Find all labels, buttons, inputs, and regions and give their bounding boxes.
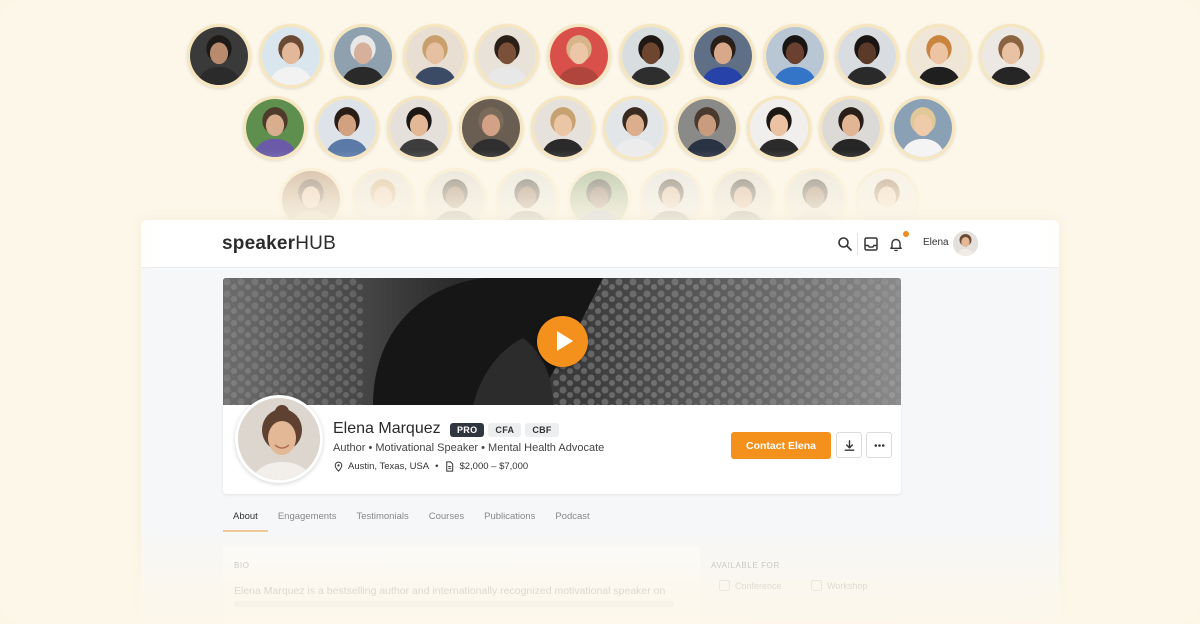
speaker-avatar[interactable] bbox=[763, 24, 827, 88]
inbox-icon[interactable] bbox=[862, 235, 880, 253]
conference-icon bbox=[719, 580, 730, 591]
bio-text: Elena Marquez is a bestselling author an… bbox=[234, 585, 666, 597]
notification-dot bbox=[903, 231, 909, 237]
available-workshop: Workshop bbox=[811, 580, 867, 591]
speaker-avatar[interactable] bbox=[979, 24, 1043, 88]
speaker-photo bbox=[894, 99, 952, 157]
gallery-fade-overlay bbox=[0, 150, 1200, 225]
more-options-button[interactable] bbox=[866, 432, 892, 458]
speaker-location: Austin, Texas, USA bbox=[348, 461, 430, 472]
speakerhub-logo[interactable]: speakerHUB bbox=[222, 233, 336, 255]
bio-heading: BIO bbox=[234, 561, 250, 570]
speaker-avatar[interactable] bbox=[907, 24, 971, 88]
speaker-photo bbox=[390, 99, 448, 157]
speaker-photo bbox=[838, 27, 896, 85]
user-avatar[interactable] bbox=[953, 231, 978, 256]
speaker-photo bbox=[822, 99, 880, 157]
speaker-avatar[interactable] bbox=[691, 24, 755, 88]
play-video-button[interactable] bbox=[537, 316, 588, 367]
top-navigation-bar: speakerHUB Elena bbox=[141, 220, 1059, 268]
workshop-label: Workshop bbox=[827, 580, 868, 591]
available-conference: Conference bbox=[719, 580, 782, 591]
profile-card: Elena Marquez PRO CFA CBF Author • Motiv… bbox=[223, 395, 901, 494]
speaker-avatar[interactable] bbox=[835, 24, 899, 88]
left-edge-fade bbox=[0, 220, 160, 624]
toolbar-divider bbox=[857, 233, 858, 255]
page-background: speakerHUB Elena Elena Marquez PRO CFA C… bbox=[0, 0, 1200, 624]
speaker-avatar[interactable] bbox=[403, 24, 467, 88]
download-icon bbox=[844, 439, 854, 451]
speaker-avatar[interactable] bbox=[547, 24, 611, 88]
speaker-avatar[interactable] bbox=[475, 24, 539, 88]
profile-photo bbox=[238, 398, 320, 480]
location-pin-icon bbox=[334, 461, 343, 472]
pro-badge: PRO bbox=[450, 423, 485, 437]
user-name[interactable]: Elena bbox=[923, 237, 949, 248]
speaker-photo bbox=[406, 27, 464, 85]
logo-suffix: HUB bbox=[295, 233, 336, 254]
meta-separator: • bbox=[435, 461, 439, 472]
about-section: BIO Elena Marquez is a bestselling autho… bbox=[223, 546, 1059, 624]
conference-label: Conference bbox=[735, 580, 782, 591]
user-avatar-image bbox=[953, 231, 978, 256]
logo-prefix: speaker bbox=[222, 233, 296, 254]
tab-courses[interactable]: Courses bbox=[419, 505, 474, 532]
bell-icon[interactable] bbox=[887, 235, 905, 253]
more-dots-icon bbox=[873, 443, 885, 447]
tab-testimonials[interactable]: Testimonials bbox=[346, 505, 418, 532]
speaker-photo bbox=[606, 99, 664, 157]
bio-panel: BIO Elena Marquez is a bestselling autho… bbox=[223, 546, 700, 624]
search-icon[interactable] bbox=[836, 235, 854, 253]
speaker-photo bbox=[262, 27, 320, 85]
profile-tabs: About Engagements Testimonials Courses P… bbox=[223, 505, 600, 532]
speaker-avatar[interactable] bbox=[619, 24, 683, 88]
speaker-name: Elena Marquez bbox=[333, 420, 441, 437]
available-for-heading: AVAILABLE FOR bbox=[711, 561, 780, 570]
speaker-avatar[interactable] bbox=[331, 24, 395, 88]
speaker-photo bbox=[750, 99, 808, 157]
tab-publications[interactable]: Publications bbox=[474, 505, 545, 532]
tab-about[interactable]: About bbox=[223, 505, 268, 532]
cbf-badge: CBF bbox=[525, 423, 559, 437]
right-edge-fade bbox=[1040, 220, 1200, 624]
speaker-photo bbox=[694, 27, 752, 85]
speaker-avatar[interactable] bbox=[187, 24, 251, 88]
speaker-photo bbox=[246, 99, 304, 157]
speaker-photo bbox=[550, 27, 608, 85]
download-button[interactable] bbox=[836, 432, 862, 458]
cover-video[interactable] bbox=[223, 278, 901, 405]
tab-engagements[interactable]: Engagements bbox=[268, 505, 347, 532]
speaker-photo bbox=[766, 27, 824, 85]
speaker-photo bbox=[190, 27, 248, 85]
speaker-photo bbox=[462, 99, 520, 157]
speaker-photo bbox=[534, 99, 592, 157]
speaker-avatar-row-1 bbox=[187, 24, 1043, 88]
speaker-photo bbox=[318, 99, 376, 157]
speaker-fee-range: $2,000 – $7,000 bbox=[459, 461, 529, 472]
speaker-photo bbox=[622, 27, 680, 85]
tab-podcast[interactable]: Podcast bbox=[545, 505, 599, 532]
credential-badges: PRO CFA CBF bbox=[450, 423, 559, 437]
profile-avatar bbox=[235, 395, 323, 483]
speaker-meta: Austin, Texas, USA • $2,000 – $7,000 bbox=[333, 461, 528, 472]
speaker-avatar[interactable] bbox=[259, 24, 323, 88]
speaker-photo bbox=[678, 99, 736, 157]
speaker-photo bbox=[910, 27, 968, 85]
cfa-badge: CFA bbox=[488, 423, 522, 437]
speaker-photo bbox=[478, 27, 536, 85]
speaker-title: Author • Motivational Speaker • Mental H… bbox=[333, 442, 605, 454]
fee-document-icon bbox=[446, 461, 454, 472]
speaker-photo bbox=[982, 27, 1040, 85]
speaker-photo bbox=[334, 27, 392, 85]
workshop-icon bbox=[811, 580, 822, 591]
contact-button[interactable]: Contact Elena bbox=[731, 432, 831, 459]
app-window: speakerHUB Elena Elena Marquez PRO CFA C… bbox=[141, 220, 1059, 624]
bio-text-continuation bbox=[234, 601, 674, 607]
